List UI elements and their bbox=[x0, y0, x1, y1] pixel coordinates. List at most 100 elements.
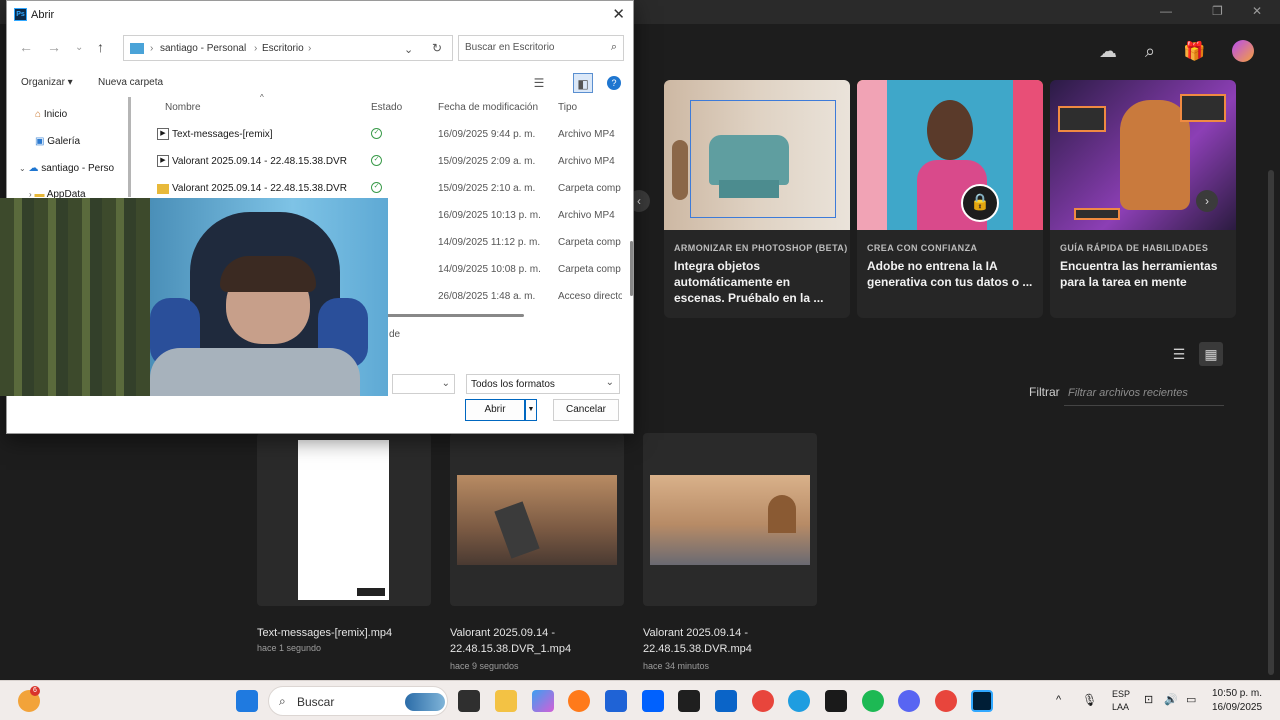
card-kicker: CREA CON CONFIANZA bbox=[867, 243, 978, 253]
close-app-icon[interactable]: ✕ bbox=[1252, 4, 1262, 18]
column-status[interactable]: Estado bbox=[371, 102, 402, 113]
outlook-icon[interactable] bbox=[715, 690, 737, 712]
card-kicker: ARMONIZAR EN PHOTOSHOP (BETA) bbox=[674, 243, 848, 253]
chevron-down-icon[interactable]: ⌄ bbox=[75, 42, 83, 53]
grid-view-icon[interactable]: ▦ bbox=[1199, 342, 1223, 366]
file-thumbnail bbox=[298, 440, 389, 600]
feature-card-confidence[interactable]: 🔒 CREA CON CONFIANZA Adobe no entrena la… bbox=[857, 80, 1043, 318]
battery-icon[interactable]: ▭ bbox=[1186, 693, 1196, 706]
new-folder-button[interactable]: Nueva carpeta bbox=[98, 77, 163, 88]
file-thumbnail bbox=[650, 475, 810, 565]
maximize-icon[interactable]: ❐ bbox=[1212, 4, 1223, 18]
preview-pane-icon[interactable]: ◧ bbox=[573, 73, 593, 93]
microphone-icon[interactable]: 🎙 bbox=[1082, 693, 1097, 707]
discord-icon[interactable] bbox=[898, 690, 920, 712]
address-bar[interactable]: › santiago - Personal › Escritorio › ⌄ ↻ bbox=[123, 35, 453, 61]
synced-icon: ✓ bbox=[371, 128, 382, 139]
avatar[interactable] bbox=[1232, 40, 1254, 62]
photoshop-icon[interactable] bbox=[971, 690, 993, 712]
carousel-next-button[interactable]: › bbox=[1196, 190, 1218, 212]
column-name[interactable]: Nombre bbox=[165, 102, 201, 113]
copilot-icon[interactable] bbox=[532, 690, 554, 712]
home-icon: ⌂ bbox=[35, 109, 42, 120]
notification-badge: 6 bbox=[30, 686, 40, 696]
refresh-icon[interactable]: ↻ bbox=[432, 41, 442, 55]
clock-time[interactable]: 10:50 p. m. bbox=[1212, 688, 1262, 699]
sidebar-item-home[interactable]: ⌂ Inicio bbox=[35, 109, 67, 120]
breadcrumb-item[interactable]: santiago - Personal bbox=[160, 43, 246, 54]
organize-button[interactable]: Organizar ▾ bbox=[21, 77, 73, 88]
search-icon[interactable]: ⌕ bbox=[1139, 40, 1161, 62]
filename-dropdown[interactable]: ⌄ bbox=[392, 374, 455, 394]
filter-recent-input[interactable] bbox=[1064, 380, 1224, 406]
file-row[interactable]: ▶ Text-messages-[remix] ✓ 16/09/2025 9:4… bbox=[157, 122, 627, 148]
firefox-icon[interactable] bbox=[568, 690, 590, 712]
taskbar: 6 ⌕ Buscar ^ 🎙 ESP LAA ⊡ 🔊 ▭ 10:50 p. m.… bbox=[0, 680, 1280, 720]
store-icon[interactable] bbox=[605, 690, 627, 712]
card-image-portrait: 🔒 bbox=[857, 80, 1043, 230]
task-view-icon[interactable] bbox=[458, 690, 480, 712]
cloud-icon[interactable]: ☁ bbox=[1097, 40, 1119, 62]
gift-icon[interactable]: 🎁 bbox=[1183, 40, 1205, 62]
forward-icon[interactable]: → bbox=[47, 39, 61, 55]
card-kicker: GUÍA RÁPIDA DE HABILIDADES bbox=[1060, 243, 1209, 253]
card-title: Adobe no entrena la IA generativa con tu… bbox=[867, 259, 1033, 289]
help-icon[interactable]: ? bbox=[607, 76, 621, 90]
video-file-icon: ▶ bbox=[157, 155, 169, 167]
sidebar-item-gallery[interactable]: ▣ Galería bbox=[35, 136, 80, 147]
language-indicator[interactable]: ESP bbox=[1112, 689, 1130, 699]
dropbox-icon[interactable] bbox=[642, 690, 664, 712]
sidebar-scrollbar[interactable] bbox=[128, 97, 131, 197]
up-icon[interactable]: ↑ bbox=[97, 39, 104, 55]
back-icon[interactable]: ← bbox=[19, 39, 33, 55]
close-icon[interactable]: ✕ bbox=[612, 5, 625, 23]
file-row[interactable]: ▶ Valorant 2025.09.14 - 22.48.15.38.DVR … bbox=[157, 149, 627, 175]
recent-file-name[interactable]: Text-messages-[remix].mp4 bbox=[257, 625, 392, 641]
recent-file-name[interactable]: Valorant 2025.09.14 - 22.48.15.38.DVR.mp… bbox=[643, 625, 753, 657]
view-menu-icon[interactable]: ☰ bbox=[529, 73, 549, 93]
feature-card-harmonize[interactable]: ARMONIZAR EN PHOTOSHOP (BETA) Integra ob… bbox=[664, 80, 850, 318]
edge-icon[interactable] bbox=[788, 690, 810, 712]
windows-start-icon[interactable] bbox=[236, 690, 258, 712]
minimize-icon[interactable]: — bbox=[1160, 4, 1172, 18]
app-icon[interactable] bbox=[678, 690, 700, 712]
open-options-button[interactable]: ▼ bbox=[525, 399, 537, 421]
recent-file-card[interactable] bbox=[450, 433, 624, 606]
page-scrollbar[interactable] bbox=[1268, 170, 1274, 675]
dialog-title: Abrir bbox=[31, 9, 55, 21]
chevron-up-icon[interactable]: ^ bbox=[1056, 694, 1061, 706]
wifi-icon[interactable]: ⊡ bbox=[1144, 693, 1153, 706]
cancel-button[interactable]: Cancelar bbox=[553, 399, 619, 421]
file-list-scrollbar[interactable] bbox=[630, 241, 633, 296]
list-view-icon[interactable]: ☰ bbox=[1167, 342, 1191, 366]
recent-file-time: hace 34 minutos bbox=[643, 661, 710, 671]
person-hair bbox=[220, 256, 316, 292]
column-modified[interactable]: Fecha de modificación bbox=[438, 102, 538, 113]
open-button[interactable]: Abrir bbox=[465, 399, 525, 421]
sidebar-item-onedrive[interactable]: ⌄ ☁ santiago - Perso bbox=[19, 163, 114, 174]
spotify-icon[interactable] bbox=[862, 690, 884, 712]
capcut-icon[interactable] bbox=[825, 690, 847, 712]
search-input[interactable]: Buscar en Escritorio ⌕ bbox=[458, 35, 624, 61]
recent-file-card[interactable] bbox=[257, 433, 431, 606]
file-thumbnail bbox=[457, 475, 617, 565]
card-image-chair bbox=[664, 80, 850, 230]
column-type[interactable]: Tipo bbox=[558, 102, 577, 113]
file-explorer-icon[interactable] bbox=[495, 690, 517, 712]
breadcrumb-item[interactable]: Escritorio bbox=[262, 43, 304, 54]
clock-date[interactable]: 16/09/2025 bbox=[1212, 702, 1262, 713]
cloud-icon: ☁ bbox=[28, 163, 39, 174]
chevron-down-icon[interactable]: ⌄ bbox=[404, 43, 413, 56]
file-format-select[interactable]: Todos los formatos ⌄ bbox=[466, 374, 620, 394]
chrome-icon[interactable] bbox=[752, 690, 774, 712]
recent-file-card[interactable] bbox=[643, 433, 817, 606]
volume-icon[interactable]: 🔊 bbox=[1164, 693, 1178, 706]
synced-icon: ✓ bbox=[371, 182, 382, 193]
taskbar-search[interactable]: ⌕ Buscar bbox=[268, 686, 448, 716]
recent-file-name[interactable]: Valorant 2025.09.14 - 22.48.15.38.DVR_1.… bbox=[450, 625, 571, 657]
zip-folder-icon bbox=[157, 184, 169, 194]
chrome-profile-icon[interactable] bbox=[935, 690, 957, 712]
search-icon: ⌕ bbox=[279, 694, 286, 708]
keyboard-layout[interactable]: LAA bbox=[1112, 702, 1129, 712]
chevron-down-icon: ⌄ bbox=[19, 164, 26, 173]
